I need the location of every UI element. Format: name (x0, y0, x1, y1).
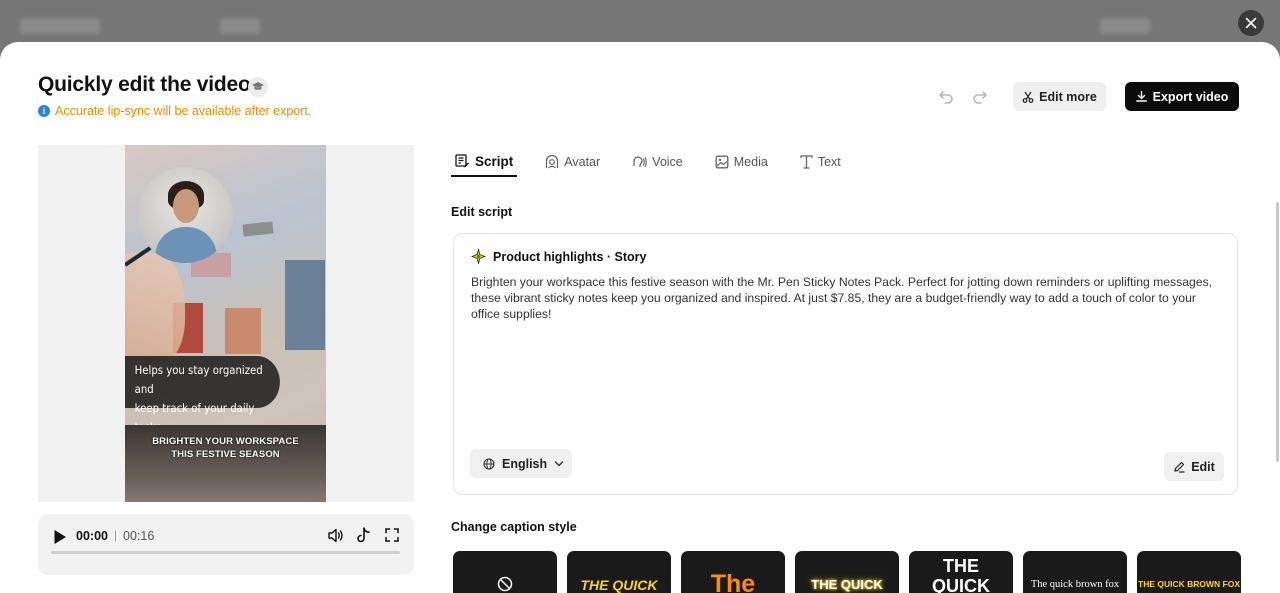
language-select[interactable]: English (470, 449, 572, 478)
modal-scrollbar[interactable] (1276, 202, 1279, 462)
caption-style-sample: The quick brown fox (1030, 579, 1120, 590)
video-caption: Helps you stay organized and keep track … (125, 356, 280, 434)
edit-script-heading: Edit script (451, 205, 513, 219)
tab-avatar[interactable]: Avatar (541, 147, 604, 177)
voice-icon (633, 156, 648, 168)
redo-icon[interactable] (972, 88, 988, 104)
tiktok-icon[interactable] (356, 527, 371, 544)
caption-style-sample: The (710, 570, 756, 593)
avatar-bubble (137, 167, 233, 263)
volume-icon[interactable] (327, 527, 344, 544)
avatar-icon (546, 155, 559, 169)
caption-style-option[interactable]: THE QUICK (909, 551, 1013, 593)
modal-title: Quickly edit the video (38, 73, 251, 96)
avatar-shirt (155, 227, 217, 263)
video-player-controls: 00:00 | 00:16 (38, 514, 414, 575)
edit-label: Edit (1191, 459, 1215, 474)
fullscreen-icon[interactable] (385, 528, 399, 542)
info-icon: i (38, 105, 50, 117)
scene-sticky-note (285, 260, 325, 350)
backdrop-blur-element (1100, 18, 1150, 34)
quick-edit-modal: Quickly edit the video i Accurate lip-sy… (0, 42, 1280, 593)
scene-sticky-note (242, 221, 274, 237)
caption-style-option[interactable]: THE QUICK (567, 551, 671, 593)
video-banner-line: THIS FESTIVE SEASON (171, 449, 280, 460)
caption-style-sample: THE QUICK BROWN FOX (1138, 579, 1240, 589)
tab-script[interactable]: Script (451, 147, 518, 177)
scene-sticky-note (225, 308, 261, 354)
caption-style-sample: THE QUICK (580, 577, 658, 593)
caption-style-none[interactable] (453, 551, 557, 593)
caption-style-sample: THE QUICK (932, 556, 990, 593)
time-separator: | (114, 528, 118, 542)
play-icon[interactable] (53, 529, 67, 545)
caption-style-option[interactable]: THE QUICK BROWN FOX (1137, 551, 1241, 593)
close-modal-button[interactable] (1238, 10, 1264, 36)
caption-style-option[interactable]: The quick brown fox (1023, 551, 1127, 593)
sparkle-icon (471, 249, 486, 264)
lip-sync-notice: i Accurate lip-sync will be available af… (38, 104, 311, 118)
tab-voice[interactable]: Voice (628, 147, 687, 177)
export-video-label: Export video (1152, 89, 1229, 104)
caption-style-option[interactable]: THE QUICK (795, 551, 899, 593)
playback-progress-bar[interactable] (51, 551, 400, 554)
video-banner: BRIGHTEN YOUR WORKSPACE THIS FESTIVE SEA… (125, 435, 326, 461)
script-icon (455, 154, 470, 168)
globe-icon (483, 457, 495, 470)
no-caption-icon (497, 576, 513, 592)
tab-label: Media (733, 155, 768, 169)
backdrop-blur-element (220, 18, 260, 34)
graduation-cap-icon (252, 82, 264, 90)
editor-tabs: Script Avatar Voice Media Text (451, 147, 869, 181)
caption-style-sample: THE QUICK (811, 577, 883, 592)
download-icon (1135, 91, 1147, 102)
pencil-icon (1174, 461, 1185, 473)
tab-media[interactable]: Media (711, 147, 772, 177)
media-icon (715, 155, 729, 169)
caption-style-option[interactable]: The (681, 551, 785, 593)
tab-text[interactable]: Text (796, 147, 845, 177)
video-preview-area: Helps you stay organized and keep track … (38, 145, 414, 502)
script-header: Product highlights · Story (471, 249, 646, 264)
script-text[interactable]: Brighten your workspace this festive sea… (471, 274, 1223, 322)
tab-label: Script (475, 153, 514, 169)
scene-hand (125, 253, 185, 363)
backdrop-blur-element (20, 18, 100, 34)
script-header-text: Product highlights · Story (493, 249, 647, 264)
caption-style-heading: Change caption style (451, 520, 577, 534)
language-value: English (502, 456, 548, 471)
edit-more-label: Edit more (1039, 89, 1097, 104)
script-card: Product highlights · Story Brighten your… (453, 233, 1238, 495)
tab-label: Voice (652, 155, 683, 169)
avatar-face (173, 189, 199, 223)
caption-style-list: THE QUICK The THE QUICK THE QUICK The qu… (453, 551, 1241, 593)
current-time: 00:00 (76, 529, 108, 543)
tutorial-badge[interactable] (248, 77, 268, 97)
export-video-button[interactable]: Export video (1125, 82, 1239, 111)
edit-more-button[interactable]: Edit more (1013, 82, 1106, 111)
text-icon (800, 155, 813, 169)
total-time: 00:16 (123, 529, 155, 543)
undo-icon[interactable] (938, 88, 954, 104)
scissors-icon (1022, 91, 1034, 103)
close-icon (1245, 17, 1257, 29)
tab-label: Text (817, 155, 841, 169)
video-frame[interactable]: Helps you stay organized and keep track … (125, 145, 326, 502)
tab-label: Avatar (564, 155, 601, 169)
edit-script-button[interactable]: Edit (1164, 452, 1224, 481)
chevron-down-icon (554, 460, 564, 466)
video-banner-line: BRIGHTEN YOUR WORKSPACE (152, 436, 299, 447)
video-caption-line: Helps you stay organized and (134, 363, 263, 396)
notice-text: Accurate lip-sync will be available afte… (55, 104, 312, 118)
